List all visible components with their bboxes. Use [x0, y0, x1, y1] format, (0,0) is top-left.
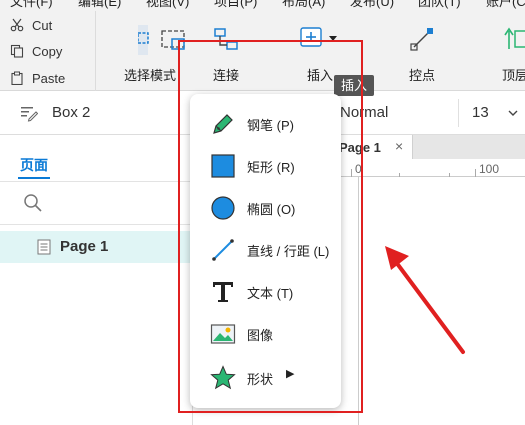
tab-pages[interactable]: 页面	[20, 155, 48, 175]
paste-label: Paste	[32, 70, 66, 86]
horizontal-ruler: 0 100	[341, 159, 525, 177]
menu-account[interactable]: 账户(C)	[486, 0, 525, 10]
annotation-arrow-icon	[375, 240, 470, 361]
selected-widget-name[interactable]: Box 2	[52, 104, 90, 121]
font-size-select[interactable]: 13	[472, 104, 489, 121]
point-edit-icon	[408, 25, 436, 56]
menubar: 文件(F) 编辑(E) 视图(V) 项目(P) 布局(A) 发布(U) 团队(T…	[0, 0, 525, 11]
divider	[0, 181, 193, 182]
cut-label: Cut	[32, 17, 53, 33]
page-list-item[interactable]: Page 1	[0, 231, 193, 263]
menu-project[interactable]: 项目(P)	[214, 0, 257, 10]
page-icon	[37, 239, 51, 258]
paste-button[interactable]: Paste	[10, 67, 65, 89]
menu-view[interactable]: 视图(V)	[146, 0, 189, 10]
copy-label: Copy	[32, 43, 63, 59]
highlight-box	[178, 40, 363, 413]
point-button[interactable]: 控点	[392, 25, 452, 85]
copy-button[interactable]: Copy	[10, 40, 62, 62]
bring-top-button[interactable]: 顶层	[490, 25, 525, 85]
page-name: Page 1	[60, 238, 109, 255]
close-icon[interactable]: ×	[395, 138, 403, 154]
bring-top-label: 顶层	[501, 68, 525, 83]
menu-team[interactable]: 团队(T)	[418, 0, 461, 10]
cut-button[interactable]: Cut	[10, 14, 52, 36]
clipboard-group: Cut Copy Paste	[0, 11, 96, 91]
divider	[0, 224, 193, 225]
clipboard-icon	[10, 71, 24, 85]
chevron-down-icon[interactable]	[508, 104, 518, 125]
active-tab-indicator	[18, 177, 50, 179]
menu-edit[interactable]: 编辑(E)	[78, 0, 121, 10]
menu-file[interactable]: 文件(F)	[10, 0, 53, 10]
edit-icon	[20, 104, 39, 125]
divider	[458, 99, 459, 127]
menu-publish[interactable]: 发布(U)	[350, 0, 394, 10]
scissors-icon	[10, 18, 24, 32]
pages-pane: 页面 Page 1	[0, 135, 193, 425]
search-icon[interactable]	[23, 193, 43, 216]
point-label: 控点	[408, 68, 435, 83]
bring-to-front-icon	[501, 25, 525, 56]
ruler-label-100: 100	[479, 162, 500, 176]
menu-layout[interactable]: 布局(A)	[282, 0, 325, 10]
copy-icon	[10, 44, 24, 58]
